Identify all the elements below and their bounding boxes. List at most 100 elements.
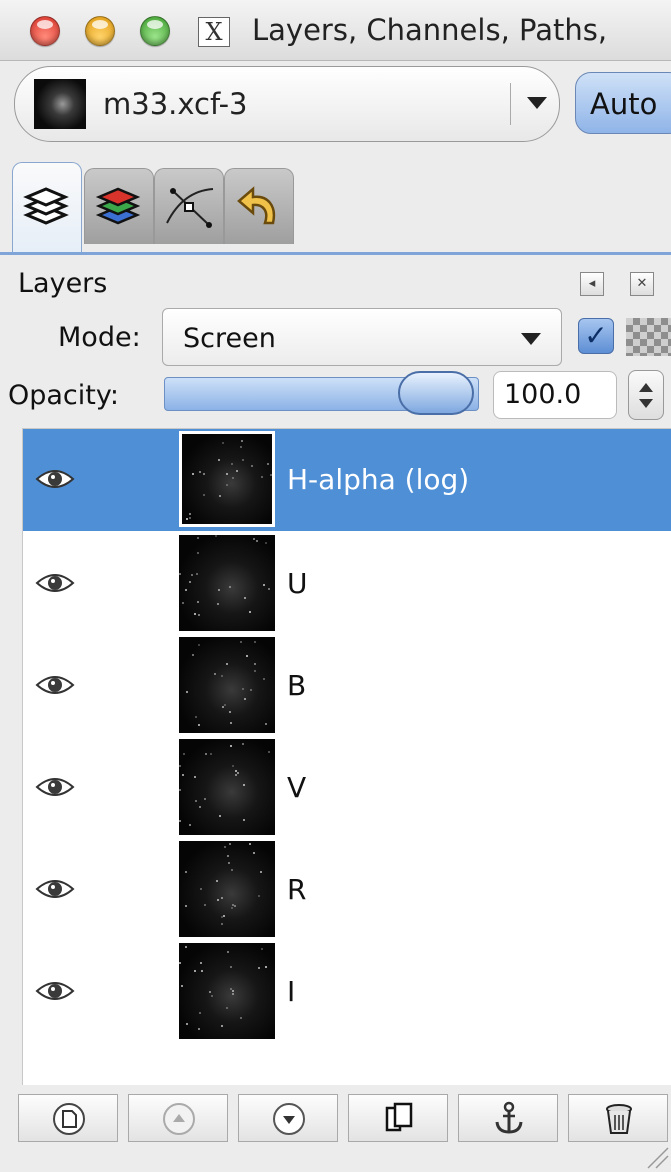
eye-icon[interactable] [35,977,75,1005]
thumbnail-speck [200,888,202,890]
layer-row[interactable]: H-alpha (log) [23,429,671,531]
close-window-button[interactable] [30,16,60,46]
thumbnail-speck [270,474,272,476]
layer-row[interactable]: V [23,737,671,839]
duplicate-layer-button[interactable] [348,1094,448,1142]
thumbnail-speck [230,722,232,724]
thumbnail-speck [219,495,221,497]
layer-row[interactable]: U [23,533,671,635]
thumbnail-speck [179,820,181,822]
thumbnail-speck [185,871,187,873]
thumbnail-speck [194,776,196,778]
opacity-slider-handle[interactable] [398,371,474,415]
layer-row[interactable]: I [23,941,671,1043]
layer-thumbnail [179,943,275,1039]
layer-name: I [287,975,296,1008]
thumbnail-speck [179,962,181,964]
thumbnail-speck [199,1012,201,1014]
thumbnail-speck [221,916,223,918]
window-title: Layers, Channels, Paths, [252,13,608,47]
resize-grip-icon[interactable] [640,1140,670,1170]
thumbnail-speck [209,991,211,993]
panel-menu-button[interactable]: ◂ [580,272,604,296]
thumbnail-speck [253,538,255,540]
thumbnail-speck [244,698,246,700]
layer-name: R [287,873,307,906]
thumbnail-speck [197,552,199,554]
thumbnail-speck [224,846,226,848]
eye-icon[interactable] [35,773,75,801]
layer-name: H-alpha (log) [287,463,470,496]
thumbnail-speck [185,905,187,907]
zoom-window-button[interactable] [140,16,170,46]
thumbnail-speck [217,899,219,901]
layer-row[interactable]: R [23,839,671,941]
thumbnail-speck [260,871,262,873]
thumbnail-speck [198,614,200,616]
close-tab-button[interactable]: ✕ [630,272,654,296]
thumbnail-speck [240,641,242,643]
auto-button[interactable]: Auto [575,72,671,134]
image-selector-combo[interactable]: m33.xcf-3 [14,66,560,142]
arrow-down-icon[interactable] [639,399,653,408]
tab-undo-history[interactable] [224,168,294,244]
thumbnail-speck [223,915,225,917]
thumbnail-speck [218,459,220,461]
keep-transparency-checkbox[interactable]: ✓ [578,318,614,354]
thumbnail-speck [215,535,217,537]
thumbnail-speck [241,440,243,442]
opacity-stepper[interactable] [628,370,664,420]
thumbnail-speck [236,470,238,472]
thumbnail-speck [183,753,185,755]
thumbnail-speck [186,518,188,520]
tab-layers[interactable] [12,162,82,252]
minimize-window-button[interactable] [85,16,115,46]
thumbnail-speck [186,1023,188,1025]
eye-icon[interactable] [35,465,75,493]
dock-tabs [0,160,671,255]
opacity-input[interactable]: 100.0 [493,371,617,419]
thumbnail-speck [229,586,231,588]
thumbnail-speck [205,753,207,755]
delete-layer-button[interactable] [568,1094,668,1142]
tab-paths[interactable] [154,168,224,244]
thumbnail-speck [227,951,229,953]
thumbnail-speck [254,641,256,643]
thumbnail-speck [186,691,188,693]
lower-layer-button[interactable] [238,1094,338,1142]
thumbnail-speck [232,990,234,992]
thumbnail-speck [185,589,187,591]
arrow-up-icon[interactable] [639,383,653,392]
thumbnail-speck [235,774,237,776]
raise-layer-button[interactable] [128,1094,228,1142]
new-layer-button[interactable] [18,1094,118,1142]
thumbnail-speck [267,463,269,465]
thumbnail-speck [214,673,216,675]
layers-list[interactable]: H-alpha (log) U B V R I [22,428,671,1085]
eye-icon[interactable] [35,569,75,597]
opacity-label: Opacity: [8,380,119,411]
mode-select[interactable]: Screen [162,308,562,366]
thumbnail-speck [265,542,267,544]
chevron-down-icon[interactable] [527,97,547,109]
thumbnail-speck [254,670,256,672]
thumbnail-speck [243,819,245,821]
thumbnail-speck [211,995,213,997]
thumbnail-speck [265,723,267,725]
anchor-layer-button[interactable] [458,1094,558,1142]
thumbnail-speck [226,484,228,486]
thumbnail-speck [263,678,265,680]
tab-channels[interactable] [84,168,154,244]
raise-layer-icon [163,1103,195,1135]
layer-actions-bar [0,1090,671,1150]
eye-icon[interactable] [35,875,75,903]
eye-icon[interactable] [35,671,75,699]
thumbnail-speck [227,855,229,857]
thumbnail-speck [195,800,197,802]
layer-row[interactable]: B [23,635,671,737]
thumbnail-speck [222,706,224,708]
thumbnail-speck [249,611,251,613]
thumbnail-speck [189,517,191,519]
thumbnail-speck [258,895,260,897]
thumbnail-speck [230,745,232,747]
